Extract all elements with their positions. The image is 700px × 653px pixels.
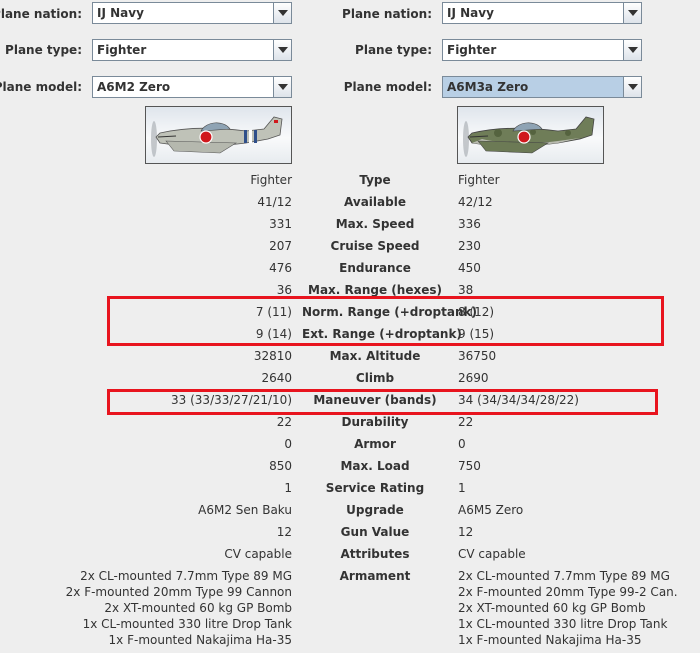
right-stat-value: 2690 [458, 371, 489, 385]
stat-row: 0 Armor 0 [0, 433, 700, 455]
stat-row: 2640 Climb 2690 [0, 367, 700, 389]
right-stat-value: 12 [458, 525, 474, 539]
stat-label: Attributes [340, 547, 410, 561]
left-model-value: A6M2 Zero [97, 80, 171, 94]
left-nation-label: Plane nation: [0, 7, 82, 21]
chevron-down-icon[interactable] [623, 77, 641, 97]
right-stat-value: 336 [458, 217, 481, 231]
right-stat-value: 0 [458, 437, 466, 451]
right-stat-value: CV capable [458, 547, 526, 561]
left-stat-value: 2640 [261, 371, 292, 385]
left-type-select[interactable]: Fighter [92, 39, 292, 61]
left-stat-value: 476 [269, 261, 292, 275]
right-nation-label: Plane nation: [342, 7, 432, 21]
stat-label: Endurance [339, 261, 411, 275]
stat-row: 32810 Max. Altitude 36750 [0, 345, 700, 367]
right-plane-image [457, 106, 604, 164]
chevron-down-icon[interactable] [273, 40, 291, 60]
stat-row: 41/12 Available 42/12 [0, 191, 700, 213]
armament-item: 2x XT-mounted 60 kg GP Bomb [458, 601, 646, 615]
stat-label: Available [344, 195, 406, 209]
right-nation-value: IJ Navy [447, 6, 494, 20]
armament-item: 2x CL-mounted 7.7mm Type 89 MG [458, 569, 670, 583]
stat-label: Armor [354, 437, 396, 451]
stat-label: Max. Load [340, 459, 410, 473]
stat-label: Cruise Speed [330, 239, 420, 253]
right-nation-select[interactable]: IJ Navy [442, 2, 642, 24]
right-model-value: A6M3a Zero [447, 80, 529, 94]
left-armament-list: 2x CL-mounted 7.7mm Type 89 MG 2x F-moun… [66, 568, 292, 648]
left-nation-value: IJ Navy [97, 6, 144, 20]
armament-item: 2x CL-mounted 7.7mm Type 89 MG [80, 569, 292, 583]
plane-icon [463, 116, 595, 157]
left-nation-select[interactable]: IJ Navy [92, 2, 292, 24]
chevron-down-icon[interactable] [623, 40, 641, 60]
armament-item: 2x XT-mounted 60 kg GP Bomb [104, 601, 292, 615]
stat-row: 207 Cruise Speed 230 [0, 235, 700, 257]
stat-row: Fighter Type Fighter [0, 169, 700, 191]
left-stat-value: CV capable [224, 547, 292, 561]
right-type-select[interactable]: Fighter [442, 39, 642, 61]
armament-item: 2x F-mounted 20mm Type 99 Cannon [65, 585, 292, 599]
stat-label: Climb [355, 371, 395, 385]
right-armament-list: 2x CL-mounted 7.7mm Type 89 MG 2x F-moun… [458, 568, 678, 648]
stat-label: Type [359, 173, 391, 187]
left-stat-value: Fighter [250, 173, 292, 187]
stat-row: 331 Max. Speed 336 [0, 213, 700, 235]
stat-label: Max. Speed [335, 217, 415, 231]
chevron-down-icon[interactable] [273, 3, 291, 23]
left-model-select[interactable]: A6M2 Zero [92, 76, 292, 98]
right-type-label: Plane type: [355, 43, 432, 57]
stat-row: CV capable Attributes CV capable [0, 543, 700, 565]
stat-label: Upgrade [346, 503, 404, 517]
armament-item: 1x CL-mounted 330 litre Drop Tank [82, 617, 292, 631]
range-highlight-box [107, 296, 664, 346]
armament-item: 1x F-mounted Nakajima Ha-35 [108, 633, 292, 647]
right-model-label: Plane model: [343, 80, 432, 94]
left-stat-value: A6M2 Sen Baku [198, 503, 292, 517]
right-stat-value: 42/12 [458, 195, 493, 209]
right-model-select[interactable]: A6M3a Zero [442, 76, 642, 98]
maneuver-highlight-box [107, 389, 658, 415]
right-stat-value: 1 [458, 481, 466, 495]
left-model-label: Plane model: [0, 80, 82, 94]
stat-row: 476 Endurance 450 [0, 257, 700, 279]
left-stat-value: 12 [276, 525, 292, 539]
stat-row: 1 Service Rating 1 [0, 477, 700, 499]
right-stat-value: 750 [458, 459, 481, 473]
right-stat-value: 450 [458, 261, 481, 275]
left-stat-value: 41/12 [257, 195, 292, 209]
plane-icon [151, 116, 283, 157]
right-stat-value: Fighter [458, 173, 500, 187]
stat-row: A6M2 Sen Baku Upgrade A6M5 Zero [0, 499, 700, 521]
left-stat-value: 850 [269, 459, 292, 473]
left-stat-value: 331 [269, 217, 292, 231]
right-stat-value: 230 [458, 239, 481, 253]
armament-item: 2x F-mounted 20mm Type 99-2 Can. [458, 585, 678, 599]
armament-item: 1x CL-mounted 330 litre Drop Tank [458, 617, 668, 631]
stat-label: Service Rating [325, 481, 425, 495]
left-stat-value: 207 [269, 239, 292, 253]
left-stat-value: 32810 [253, 349, 292, 363]
stat-label: Gun Value [340, 525, 410, 539]
left-stat-value: 1 [284, 481, 292, 495]
chevron-down-icon[interactable] [273, 77, 291, 97]
right-type-value: Fighter [447, 43, 497, 57]
chevron-down-icon[interactable] [623, 3, 641, 23]
right-stat-value: A6M5 Zero [458, 503, 524, 517]
stat-row: 850 Max. Load 750 [0, 455, 700, 477]
left-stat-value: 0 [284, 437, 292, 451]
armament-label: Armament [339, 569, 411, 583]
right-stat-value: 36750 [458, 349, 497, 363]
stat-row: 12 Gun Value 12 [0, 521, 700, 543]
left-type-value: Fighter [97, 43, 147, 57]
armament-item: 1x F-mounted Nakajima Ha-35 [458, 633, 642, 647]
left-type-label: Plane type: [5, 43, 82, 57]
left-plane-image [145, 106, 292, 164]
stat-label: Max. Altitude [329, 349, 421, 363]
